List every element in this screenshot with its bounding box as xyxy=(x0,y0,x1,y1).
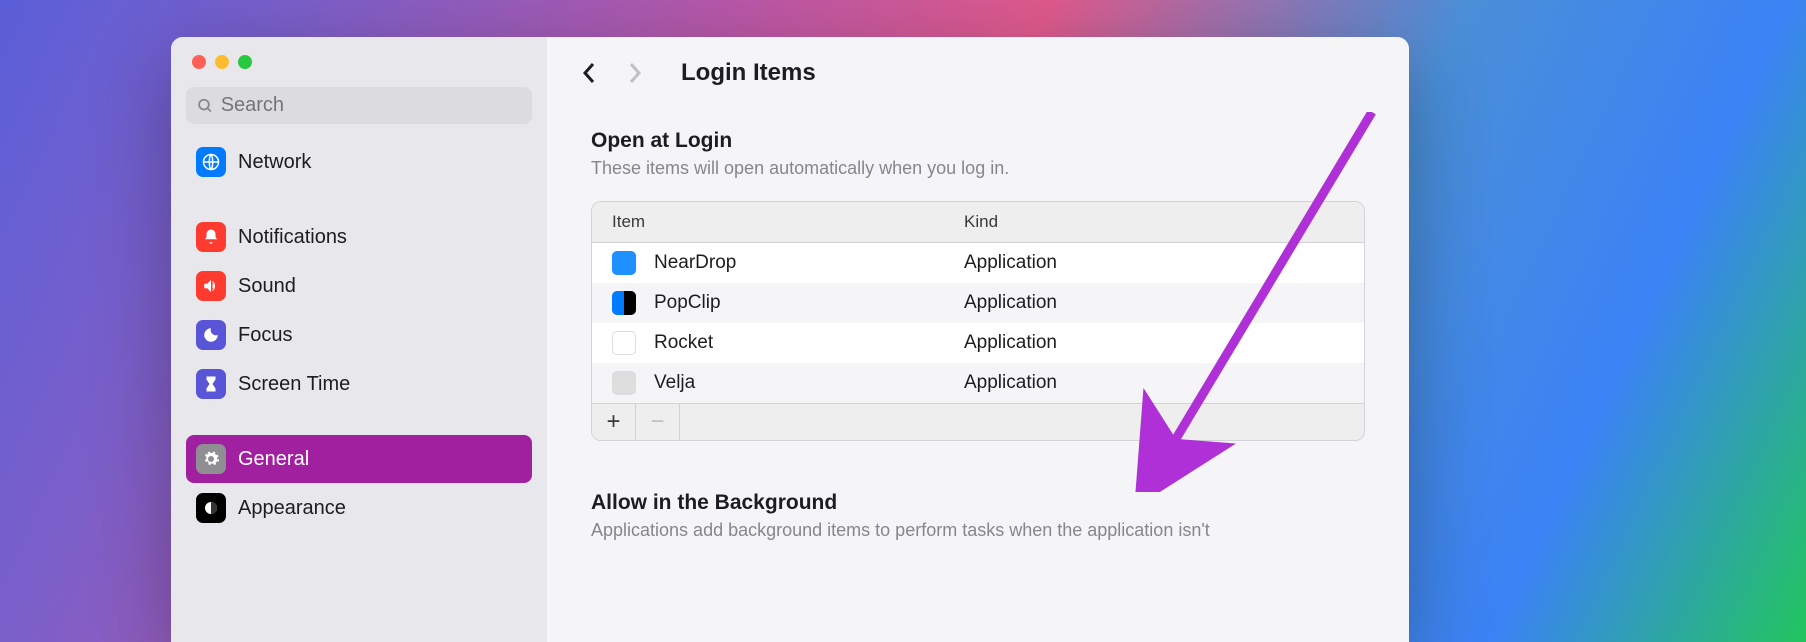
bell-icon xyxy=(196,222,226,252)
section-description: Applications add background items to per… xyxy=(591,520,1365,541)
minimize-button[interactable] xyxy=(215,55,229,69)
search-field[interactable] xyxy=(186,87,532,124)
forward-button[interactable] xyxy=(623,61,647,85)
sidebar-item-focus[interactable]: Focus xyxy=(186,311,532,359)
section-title: Allow in the Background xyxy=(591,491,1365,515)
app-icon xyxy=(612,331,636,355)
section-description: These items will open automatically when… xyxy=(591,158,1365,179)
row-name: PopClip xyxy=(654,292,964,314)
sidebar-item-sound[interactable]: Sound xyxy=(186,262,532,310)
app-icon xyxy=(612,251,636,275)
search-input[interactable] xyxy=(221,94,521,117)
row-name: NearDrop xyxy=(654,252,964,274)
table-row[interactable]: Rocket Application xyxy=(592,323,1364,363)
maximize-button[interactable] xyxy=(238,55,252,69)
gear-icon xyxy=(196,444,226,474)
column-header-kind[interactable]: Kind xyxy=(964,212,1344,232)
hourglass-icon xyxy=(196,369,226,399)
sidebar: Network Notifications Sound Focus Screen… xyxy=(171,37,547,642)
page-title: Login Items xyxy=(681,59,816,87)
sidebar-item-label: Network xyxy=(238,151,311,174)
sidebar-item-label: General xyxy=(238,448,309,471)
row-name: Velja xyxy=(654,372,964,394)
login-items-table: Item Kind NearDrop Application PopClip A… xyxy=(591,201,1365,441)
remove-button[interactable]: − xyxy=(636,404,680,440)
row-name: Rocket xyxy=(654,332,964,354)
sidebar-item-label: Focus xyxy=(238,324,292,347)
sidebar-item-general[interactable]: General xyxy=(186,435,532,483)
row-kind: Application xyxy=(964,332,1344,354)
moon-icon xyxy=(196,320,226,350)
open-at-login-section: Open at Login These items will open auto… xyxy=(547,87,1409,179)
back-button[interactable] xyxy=(577,61,601,85)
row-kind: Application xyxy=(964,372,1344,394)
window-controls xyxy=(171,55,547,87)
content-header: Login Items xyxy=(547,37,1409,87)
sidebar-item-label: Notifications xyxy=(238,226,347,249)
sidebar-item-label: Appearance xyxy=(238,497,346,520)
content-area: Login Items Open at Login These items wi… xyxy=(547,37,1409,642)
row-kind: Application xyxy=(964,252,1344,274)
section-title: Open at Login xyxy=(591,129,1365,153)
search-icon xyxy=(197,97,214,115)
speaker-icon xyxy=(196,271,226,301)
table-row[interactable]: PopClip Application xyxy=(592,283,1364,323)
sidebar-item-network[interactable]: Network xyxy=(186,138,532,186)
table-header: Item Kind xyxy=(592,202,1364,243)
sidebar-item-label: Sound xyxy=(238,275,296,298)
table-row[interactable]: Velja Application xyxy=(592,363,1364,403)
sidebar-item-screen-time[interactable]: Screen Time xyxy=(186,360,532,408)
sidebar-item-label: Screen Time xyxy=(238,373,350,396)
globe-icon xyxy=(196,147,226,177)
table-row[interactable]: NearDrop Application xyxy=(592,243,1364,283)
add-button[interactable]: + xyxy=(592,404,636,440)
sidebar-item-notifications[interactable]: Notifications xyxy=(186,213,532,261)
allow-background-section: Allow in the Background Applications add… xyxy=(547,441,1409,541)
settings-window: Network Notifications Sound Focus Screen… xyxy=(171,37,1409,642)
close-button[interactable] xyxy=(192,55,206,69)
row-kind: Application xyxy=(964,292,1344,314)
sidebar-item-appearance[interactable]: Appearance xyxy=(186,484,532,532)
app-icon xyxy=(612,291,636,315)
appearance-icon xyxy=(196,493,226,523)
table-footer: + − xyxy=(592,403,1364,440)
app-icon xyxy=(612,371,636,395)
column-header-item[interactable]: Item xyxy=(612,212,964,232)
